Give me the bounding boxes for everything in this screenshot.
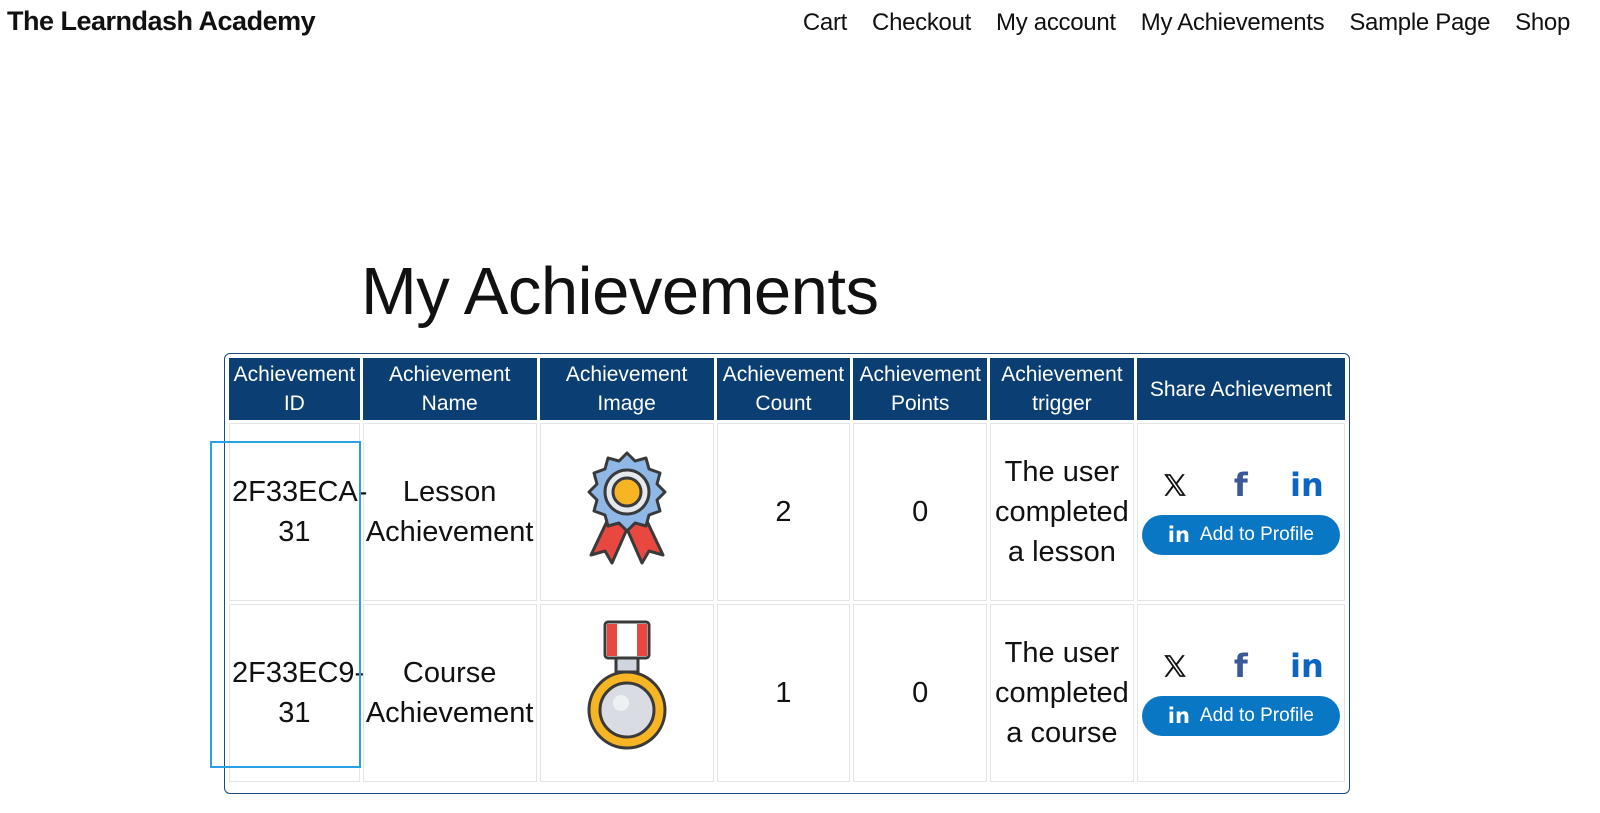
cell-achievement-points: 0 <box>853 604 988 782</box>
add-to-profile-label: Add to Profile <box>1199 524 1314 545</box>
x-twitter-icon[interactable] <box>1159 650 1191 682</box>
nav-shop[interactable]: Shop <box>1515 9 1570 37</box>
cell-achievement-id: 2F33EC9-31 <box>229 604 364 782</box>
linkedin-icon[interactable]: in <box>1290 647 1324 685</box>
header-achievement-points: Achievement Points <box>853 358 988 420</box>
cell-achievement-image <box>539 604 714 782</box>
linkedin-icon: in <box>1167 523 1190 547</box>
add-to-profile-button[interactable]: in Add to Profile <box>1141 696 1340 736</box>
site-title[interactable]: The Learndash Academy <box>7 6 316 37</box>
nav-my-achievements[interactable]: My Achievements <box>1141 9 1325 37</box>
linkedin-icon: in <box>1167 704 1190 728</box>
header-achievement-id: Achievement ID <box>229 358 360 420</box>
cell-achievement-id: 2F33ECA-31 <box>229 423 367 601</box>
cell-share-achievement: f in in Add to Profile <box>1136 604 1345 782</box>
add-to-profile-label: Add to Profile <box>1199 705 1314 726</box>
facebook-icon[interactable]: f <box>1225 466 1257 504</box>
x-twitter-icon[interactable] <box>1159 469 1191 501</box>
facebook-icon[interactable]: f <box>1225 647 1257 685</box>
table-row: 2F33EC9-31 Course Achievement 1 0 The us… <box>229 604 1345 782</box>
achievements-table: Achievement ID Achievement Name Achievem… <box>226 355 1348 785</box>
header-achievement-name: Achievement Name <box>362 358 537 420</box>
header-share-achievement: Share Achievement <box>1136 358 1345 420</box>
ribbon-award-icon <box>587 451 667 564</box>
nav-my-account[interactable]: My account <box>996 9 1116 37</box>
linkedin-icon[interactable]: in <box>1290 466 1324 504</box>
add-to-profile-button[interactable]: in Add to Profile <box>1141 515 1340 555</box>
nav-sample-page[interactable]: Sample Page <box>1349 9 1490 37</box>
header-achievement-trigger: Achievement trigger <box>990 358 1134 420</box>
cell-achievement-name: Lesson Achievement <box>362 423 537 601</box>
achievements-table-wrapper: Achievement ID Achievement Name Achievem… <box>224 353 1350 794</box>
header-achievement-count: Achievement Count <box>716 358 851 420</box>
cell-achievement-name: Course Achievement <box>362 604 537 782</box>
cell-achievement-image <box>539 423 714 601</box>
cell-achievement-count: 2 <box>716 423 851 601</box>
main-nav: Cart Checkout My account My Achievements… <box>778 9 1570 37</box>
table-header-row: Achievement ID Achievement Name Achievem… <box>229 358 1345 420</box>
medal-icon <box>587 620 667 749</box>
cell-achievement-points: 0 <box>853 423 988 601</box>
cell-achievement-trigger: The user completed a lesson <box>990 423 1134 601</box>
cell-achievement-trigger: The user completed a course <box>990 604 1134 782</box>
table-row: 2F33ECA-31 Lesson Achievement 2 0 The us… <box>229 423 1345 601</box>
share-icons: f in <box>1140 647 1342 685</box>
cell-share-achievement: f in in Add to Profile <box>1136 423 1345 601</box>
header-achievement-image: Achievement Image <box>539 358 714 420</box>
cell-achievement-count: 1 <box>716 604 851 782</box>
nav-cart[interactable]: Cart <box>803 9 847 37</box>
page-title: My Achievements <box>361 254 879 329</box>
share-icons: f in <box>1140 466 1342 504</box>
nav-checkout[interactable]: Checkout <box>872 9 971 37</box>
